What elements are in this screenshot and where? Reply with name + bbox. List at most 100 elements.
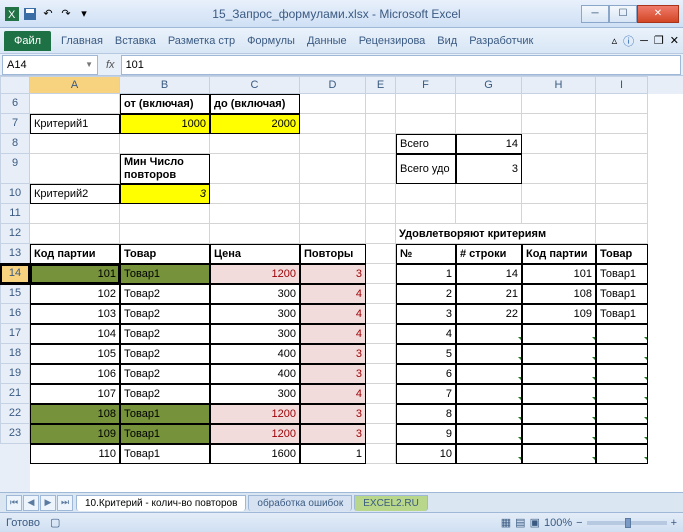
cell[interactable]: Товар2	[120, 364, 210, 384]
row-header[interactable]: 8	[0, 134, 30, 154]
cell[interactable]	[300, 114, 366, 134]
cell[interactable]	[596, 424, 648, 444]
cell[interactable]	[366, 264, 396, 284]
row-header[interactable]: 6	[0, 94, 30, 114]
cell[interactable]: 1000	[120, 114, 210, 134]
cell[interactable]	[366, 224, 396, 244]
row-header[interactable]: 10	[0, 184, 30, 204]
cell[interactable]: 3	[120, 184, 210, 204]
cell[interactable]: Товар2	[120, 344, 210, 364]
cell[interactable]	[456, 424, 522, 444]
cell[interactable]	[366, 154, 396, 184]
file-tab[interactable]: Файл	[4, 31, 51, 51]
cell[interactable]	[30, 224, 120, 244]
cell[interactable]: 108	[30, 404, 120, 424]
cell[interactable]: от (включая)	[120, 94, 210, 114]
cell[interactable]: Критерий2	[30, 184, 120, 204]
cell[interactable]	[522, 184, 596, 204]
cell[interactable]	[30, 204, 120, 224]
cell[interactable]: 21	[456, 284, 522, 304]
cell[interactable]: Удовлетворяют критериям	[396, 224, 596, 244]
zoom-slider[interactable]	[587, 521, 667, 525]
cell[interactable]	[596, 154, 648, 184]
cell[interactable]	[366, 244, 396, 264]
cell[interactable]	[522, 114, 596, 134]
cell[interactable]: Код партии	[30, 244, 120, 264]
zoom-in[interactable]: +	[671, 517, 677, 529]
cell[interactable]	[300, 134, 366, 154]
cell[interactable]	[366, 344, 396, 364]
cell[interactable]: 2000	[210, 114, 300, 134]
fx-icon[interactable]: fx	[100, 59, 121, 71]
cell[interactable]: 3	[300, 404, 366, 424]
cell[interactable]: 1200	[210, 264, 300, 284]
cell[interactable]: 107	[30, 384, 120, 404]
sheet-tab[interactable]: EXCEL2.RU	[354, 495, 428, 511]
cell[interactable]	[456, 344, 522, 364]
cell[interactable]: Товар1	[120, 444, 210, 464]
cell[interactable]	[596, 384, 648, 404]
cell[interactable]	[396, 114, 456, 134]
cell[interactable]	[456, 204, 522, 224]
cell[interactable]: 103	[30, 304, 120, 324]
row-header[interactable]: 14	[0, 264, 30, 284]
cell[interactable]	[396, 184, 456, 204]
cell[interactable]: 101	[30, 264, 120, 284]
row-header[interactable]: 13	[0, 244, 30, 264]
ribbon-tab[interactable]: Данные	[301, 31, 353, 51]
col-header[interactable]: B	[120, 76, 210, 94]
cell[interactable]: 101	[522, 264, 596, 284]
row-header[interactable]: 12	[0, 224, 30, 244]
cell[interactable]	[210, 154, 300, 184]
cell[interactable]	[366, 304, 396, 324]
cell[interactable]: 4	[300, 304, 366, 324]
cell[interactable]: Товар1	[596, 284, 648, 304]
cell[interactable]: 3	[300, 264, 366, 284]
cell[interactable]	[120, 204, 210, 224]
ribbon-tab[interactable]: Вставка	[109, 31, 162, 51]
cell[interactable]: Цена	[210, 244, 300, 264]
ribbon-tab[interactable]: Разработчик	[463, 31, 539, 51]
cell[interactable]: Всего удо	[396, 154, 456, 184]
cell[interactable]	[30, 134, 120, 154]
row-header[interactable]: 23	[0, 424, 30, 444]
ribbon-tab[interactable]: Главная	[55, 31, 109, 51]
cell[interactable]	[596, 364, 648, 384]
row-header[interactable]: 15	[0, 284, 30, 304]
row-header[interactable]: 22	[0, 404, 30, 424]
sheet-nav-prev[interactable]: ◀	[23, 495, 39, 511]
name-box[interactable]: A14▼	[2, 55, 98, 75]
cell[interactable]	[396, 204, 456, 224]
cell[interactable]: Товар1	[120, 404, 210, 424]
row-header[interactable]: 7	[0, 114, 30, 134]
cell[interactable]	[300, 154, 366, 184]
cell[interactable]	[456, 184, 522, 204]
sheet-nav-first[interactable]: ⏮	[6, 495, 22, 511]
cell[interactable]: Товар2	[120, 284, 210, 304]
save-icon[interactable]	[22, 6, 38, 22]
cell[interactable]: 7	[396, 384, 456, 404]
cell[interactable]	[366, 134, 396, 154]
cell[interactable]	[366, 364, 396, 384]
cell[interactable]	[522, 94, 596, 114]
cell[interactable]: 400	[210, 344, 300, 364]
row-header[interactable]: 16	[0, 304, 30, 324]
cell[interactable]: 300	[210, 384, 300, 404]
cell[interactable]	[596, 94, 648, 114]
cell[interactable]	[120, 134, 210, 154]
cell[interactable]: 14	[456, 264, 522, 284]
col-header[interactable]: I	[596, 76, 648, 94]
cell[interactable]: Товар1	[596, 264, 648, 284]
cell[interactable]: Товар	[596, 244, 648, 264]
cell[interactable]: 22	[456, 304, 522, 324]
cell[interactable]: 1200	[210, 424, 300, 444]
cell[interactable]	[300, 224, 366, 244]
col-header[interactable]: F	[396, 76, 456, 94]
cell[interactable]: до (включая)	[210, 94, 300, 114]
row-header[interactable]: 11	[0, 204, 30, 224]
sheet-nav-last[interactable]: ⏭	[57, 495, 73, 511]
cell[interactable]	[522, 204, 596, 224]
cell[interactable]	[366, 444, 396, 464]
cell[interactable]: 8	[396, 404, 456, 424]
col-header[interactable]: H	[522, 76, 596, 94]
